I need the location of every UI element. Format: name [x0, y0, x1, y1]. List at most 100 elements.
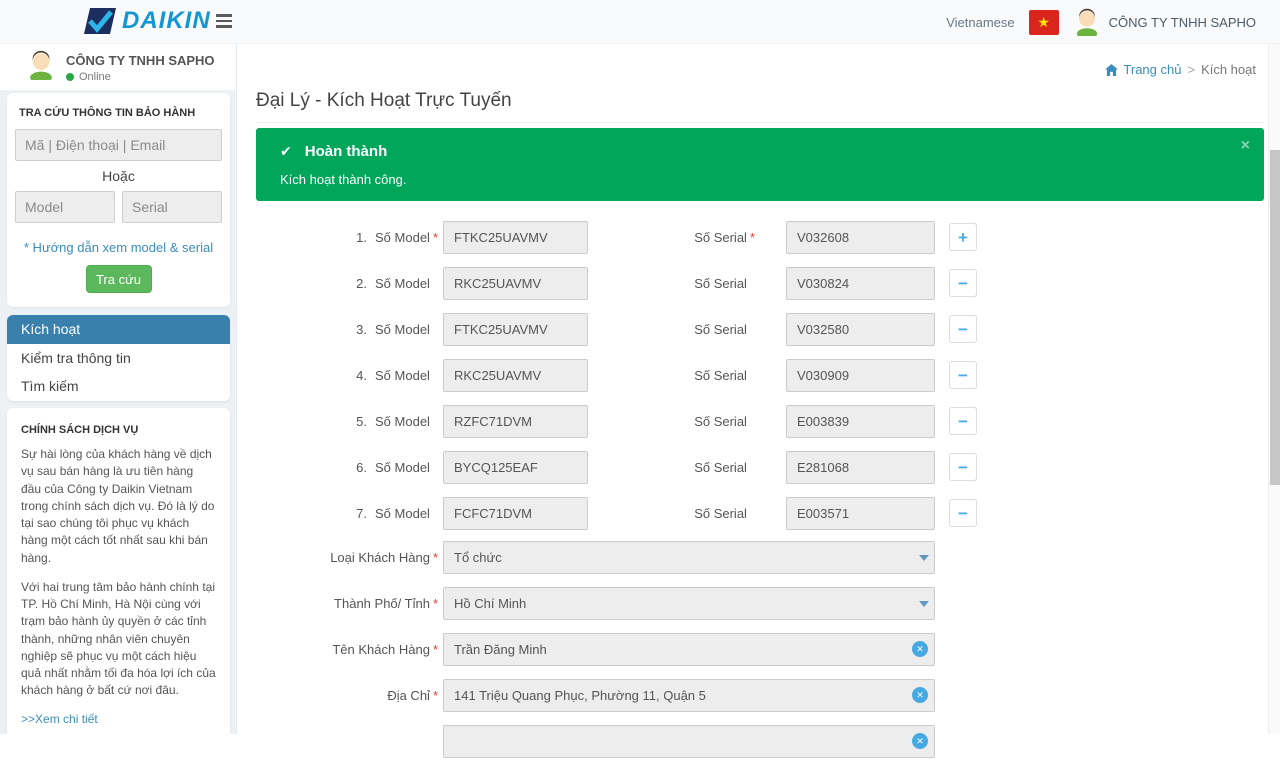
serial-label: Số Serial — [694, 230, 747, 245]
device-row: 6.Số Model* Số Serial* − — [256, 451, 1264, 497]
clear-icon[interactable]: ✕ — [912, 733, 928, 749]
lookup-search-button[interactable]: Tra cứu — [86, 265, 152, 293]
model-input[interactable] — [443, 313, 588, 346]
policy-paragraph: Với hai trung tâm bảo hành chính tại TP.… — [21, 579, 216, 700]
lookup-heading: TRA CỨU THÔNG TIN BẢO HÀNH — [19, 107, 222, 119]
model-input[interactable] — [443, 221, 588, 254]
language-label: Vietnamese — [946, 15, 1014, 30]
model-input[interactable] — [443, 497, 588, 530]
topbar-user-name: CÔNG TY TNHH SAPHO — [1109, 15, 1256, 30]
model-input[interactable] — [443, 267, 588, 300]
remove-row-button[interactable]: − — [949, 315, 977, 343]
add-row-button[interactable]: + — [949, 223, 977, 251]
serial-label: Số Serial — [694, 460, 747, 475]
serial-input[interactable] — [786, 497, 935, 530]
field-input[interactable] — [443, 679, 935, 712]
chevron-down-icon[interactable] — [919, 601, 929, 607]
breadcrumb-home-link[interactable]: Trang chủ — [1105, 62, 1181, 77]
vietnam-flag-icon[interactable]: ★ — [1029, 10, 1059, 35]
main-content: Trang chủ > Kích hoạt Đại Lý - Kích Hoạt… — [238, 44, 1268, 734]
model-label: Số Model — [375, 506, 430, 521]
remove-row-button[interactable]: − — [949, 361, 977, 389]
model-label: Số Model — [375, 460, 430, 475]
row-index: 3. — [356, 322, 367, 337]
remove-row-button[interactable]: − — [949, 269, 977, 297]
policy-link[interactable]: >>Xem chi tiết — [21, 712, 216, 726]
device-row: 2.Số Model* Số Serial* − — [256, 267, 1264, 313]
serial-label: Số Serial — [694, 368, 747, 383]
serial-lookup-input[interactable] — [122, 191, 222, 223]
menu-toggle-icon[interactable] — [216, 14, 234, 28]
remove-row-button[interactable]: − — [949, 407, 977, 435]
remove-row-button[interactable]: − — [949, 499, 977, 527]
avatar — [26, 50, 56, 80]
policy-paragraphs: Sự hài lòng của khách hàng về dịch vụ sa… — [21, 446, 216, 700]
or-text: Hoặc — [15, 168, 222, 184]
serial-input[interactable] — [786, 267, 935, 300]
sidebar-item-active[interactable]: Kích hoạt — [7, 315, 230, 344]
model-label: Số Model — [375, 230, 430, 245]
serial-input[interactable] — [786, 451, 935, 484]
serial-input[interactable] — [786, 405, 935, 438]
home-icon — [1105, 64, 1118, 76]
field-input[interactable] — [443, 541, 935, 574]
model-label: Số Model — [375, 414, 430, 429]
row-index: 2. — [356, 276, 367, 291]
device-row: 4.Số Model* Số Serial* − — [256, 359, 1264, 405]
model-label: Số Model — [375, 368, 430, 383]
serial-label: Số Serial — [694, 414, 747, 429]
model-label: Số Model — [375, 276, 430, 291]
breadcrumb-separator: > — [1187, 62, 1195, 77]
serial-input[interactable] — [786, 221, 935, 254]
sidebar-user-panel: CÔNG TY TNHH SAPHO Online — [0, 44, 236, 90]
field-input[interactable] — [443, 633, 935, 666]
customer-fields: Loại Khách Hàng* Thành Phố/ Tỉnh* Tên Kh… — [256, 541, 1264, 771]
alert-title: Hoàn thành — [305, 143, 388, 160]
code-phone-email-input[interactable] — [15, 129, 222, 161]
sidebar-user-name: CÔNG TY TNHH SAPHO — [66, 50, 215, 68]
alert-message: Kích hoạt thành công. — [280, 172, 406, 187]
field-input[interactable] — [443, 587, 935, 620]
daikin-logo[interactable]: DAIKIN — [84, 7, 211, 35]
model-input[interactable] — [443, 359, 588, 392]
page-scrollbar[interactable] — [1268, 44, 1280, 734]
sidebar-item-link[interactable]: Kiểm tra thông tin — [7, 344, 230, 373]
model-label: Số Model — [375, 322, 430, 337]
policy-paragraph: Sự hài lòng của khách hàng về dịch vụ sa… — [21, 446, 216, 567]
title-divider — [256, 122, 1264, 123]
clear-icon[interactable]: ✕ — [912, 687, 928, 703]
clear-icon[interactable]: ✕ — [912, 641, 928, 657]
field-input[interactable] — [443, 725, 935, 758]
serial-label: Số Serial — [694, 506, 747, 521]
sidebar-item-link[interactable]: Tìm kiếm — [7, 372, 230, 401]
warranty-lookup-card: TRA CỨU THÔNG TIN BẢO HÀNH Hoặc * Hướng … — [7, 93, 230, 307]
policy-links: >>Xem chi tiết>> Các câu hỏi thường gặp>… — [21, 712, 216, 734]
serial-input[interactable] — [786, 359, 935, 392]
online-dot-icon — [66, 73, 74, 81]
serial-input[interactable] — [786, 313, 935, 346]
field-label: Thành Phố/ Tỉnh — [334, 596, 430, 611]
chevron-down-icon[interactable] — [919, 555, 929, 561]
serial-label: Số Serial — [694, 276, 747, 291]
sidebar-menu: Kích hoạtKiểm tra thông tinTìm kiếm — [7, 315, 230, 401]
row-index: 5. — [356, 414, 367, 429]
model-input[interactable] — [443, 451, 588, 484]
model-lookup-input[interactable] — [15, 191, 115, 223]
remove-row-button[interactable]: − — [949, 453, 977, 481]
field-label: Địa Chỉ — [387, 688, 430, 703]
breadcrumb: Trang chủ > Kích hoạt — [1105, 62, 1256, 77]
model-input[interactable] — [443, 405, 588, 438]
device-rows: 1.Số Model* Số Serial* + 2.Số Model* Số … — [256, 221, 1264, 543]
user-menu[interactable]: CÔNG TY TNHH SAPHO — [1073, 8, 1256, 36]
brand-text: DAIKIN — [122, 7, 211, 35]
device-row: 3.Số Model* Số Serial* − — [256, 313, 1264, 359]
model-serial-guide-link[interactable]: * Hướng dẫn xem model & serial — [15, 240, 222, 255]
device-row: 7.Số Model* Số Serial* − — [256, 497, 1264, 543]
scrollbar-thumb[interactable] — [1270, 150, 1280, 485]
serial-label: Số Serial — [694, 322, 747, 337]
form-field-row: Địa Chỉ* ✕ — [256, 679, 1264, 725]
field-label: Loại Khách Hàng — [330, 550, 430, 565]
alert-close-button[interactable]: × — [1241, 138, 1250, 154]
row-index: 7. — [356, 506, 367, 521]
page-title: Đại Lý - Kích Hoạt Trực Tuyến — [256, 90, 512, 112]
